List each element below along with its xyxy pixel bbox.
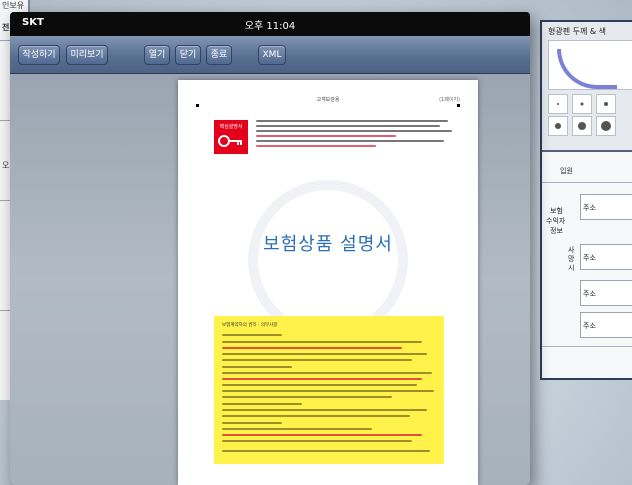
intro-paragraph xyxy=(256,120,456,150)
document-title: 보험상품 설명서 xyxy=(263,234,393,255)
crop-mark xyxy=(457,104,460,107)
field-label: 주소 xyxy=(583,290,596,298)
address-field[interactable]: 주소 xyxy=(580,194,632,220)
close-button[interactable]: 닫기 xyxy=(175,45,201,65)
stroke-curve xyxy=(557,49,617,89)
box-heading: 보험계약자의 권리 · 의무사항 xyxy=(222,323,278,328)
key-summary-badge: 핵심설명서 xyxy=(214,120,248,154)
app-toolbar: 작성하기 미리보기 열기 닫기 종료 XML xyxy=(10,36,530,74)
divider xyxy=(542,346,632,347)
field-label: 주소 xyxy=(583,322,596,330)
form-label: 보험 xyxy=(550,207,563,215)
thickness-option[interactable] xyxy=(572,116,592,136)
background-text: 오 xyxy=(2,161,10,170)
xml-button[interactable]: XML xyxy=(258,45,286,65)
write-button[interactable]: 작성하기 xyxy=(18,45,60,65)
form-label: 입원 xyxy=(560,167,573,175)
background-text: 인보유 xyxy=(2,1,25,10)
thickness-option[interactable] xyxy=(548,94,568,114)
form-label: 정보 xyxy=(550,227,563,235)
exit-button[interactable]: 종료 xyxy=(206,45,232,65)
field-label: 주소 xyxy=(583,254,596,262)
status-bar: SKT 오후 11:04 xyxy=(10,12,530,36)
form-label: 사망시 xyxy=(568,246,575,272)
rights-obligations-box: 보험계약자의 권리 · 의무사항 xyxy=(214,316,444,464)
divider xyxy=(542,182,632,183)
thickness-option[interactable] xyxy=(596,116,616,136)
address-field[interactable]: 주소 xyxy=(580,312,632,338)
thickness-option[interactable] xyxy=(572,94,592,114)
preview-button[interactable]: 미리보기 xyxy=(66,45,108,65)
field-label: 주소 xyxy=(583,204,596,212)
background-window-right: 형광펜 두께 & 색 입원 보험 수익자 정보 사망시 주소 주소 주소 주소 xyxy=(540,20,632,380)
document-page[interactable]: 고객보관용 (1페이지) 핵심설명서 보험상품 설명서 보험계약자의 권리 · … xyxy=(178,80,478,485)
background-text: 전 xyxy=(2,23,10,32)
open-button[interactable]: 열기 xyxy=(144,45,170,65)
thickness-option[interactable] xyxy=(548,116,568,136)
key-icon xyxy=(218,135,242,147)
tablet-screen: SKT 오후 11:04 작성하기 미리보기 열기 닫기 종료 XML 고객보관… xyxy=(10,12,530,485)
document-viewer[interactable]: 고객보관용 (1페이지) 핵심설명서 보험상품 설명서 보험계약자의 권리 · … xyxy=(10,74,530,485)
stroke-preview xyxy=(548,40,632,90)
address-field[interactable]: 주소 xyxy=(580,280,632,306)
form-label: 수익자 xyxy=(546,217,566,225)
badge-label: 핵심설명서 xyxy=(219,124,243,130)
document-header: 고객보관용 xyxy=(316,97,340,103)
thickness-option[interactable] xyxy=(596,94,616,114)
crop-mark xyxy=(196,104,199,107)
page-label: (1페이지) xyxy=(439,97,460,103)
status-time: 오후 11:04 xyxy=(244,21,296,32)
address-field[interactable]: 주소 xyxy=(580,244,632,270)
insurance-form: 입원 보험 수익자 정보 사망시 주소 주소 주소 주소 xyxy=(542,156,632,378)
highlighter-panel: 형광펜 두께 & 색 xyxy=(542,22,632,152)
panel-title: 형광펜 두께 & 색 xyxy=(548,27,607,36)
